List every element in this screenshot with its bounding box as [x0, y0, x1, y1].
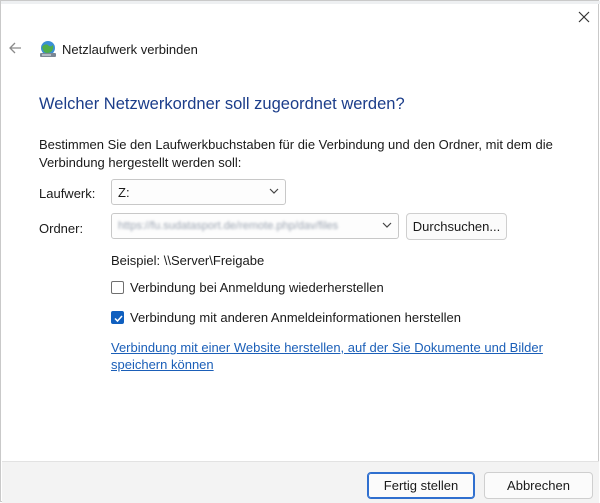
reconnect-checkbox-label: Verbindung bei Anmeldung wiederherstelle…: [130, 280, 384, 295]
back-button[interactable]: [5, 37, 27, 59]
drive-letter-value: Z:: [118, 185, 130, 200]
network-drive-icon: [38, 39, 58, 59]
drive-letter-select[interactable]: Z:: [111, 179, 286, 205]
drive-label: Laufwerk:: [39, 186, 96, 201]
finish-button[interactable]: Fertig stellen: [367, 472, 475, 499]
folder-value: https://fu.sudatasport.de/remote.php/dav…: [118, 220, 339, 232]
title-bar-strip: [1, 1, 600, 4]
chevron-down-icon: [382, 222, 392, 228]
folder-combobox[interactable]: https://fu.sudatasport.de/remote.php/dav…: [111, 213, 399, 239]
close-button[interactable]: [567, 5, 600, 33]
example-text: Beispiel: \\Server\Freigabe: [111, 253, 265, 268]
cancel-button[interactable]: Abbrechen: [484, 472, 593, 499]
dialog-footer: Fertig stellen Abbrechen: [2, 461, 599, 503]
description-text: Bestimmen Sie den Laufwerkbuchstaben für…: [39, 137, 553, 170]
wizard-title: Netzlaufwerk verbinden: [62, 42, 198, 57]
map-network-drive-dialog: Netzlaufwerk verbinden Welcher Netzwerko…: [0, 0, 600, 503]
reconnect-checkbox[interactable]: [111, 281, 124, 294]
folder-label: Ordner:: [39, 221, 84, 236]
page-heading: Welcher Netzwerkordner soll zugeordnet w…: [39, 95, 405, 113]
close-icon: [578, 11, 590, 23]
checkmark-icon: [114, 315, 123, 323]
different-credentials-checkbox-label: Verbindung mit anderen Anmeldeinformatio…: [130, 310, 461, 325]
browse-button[interactable]: Durchsuchen...: [406, 213, 507, 240]
different-credentials-checkbox[interactable]: [111, 311, 124, 324]
website-connection-link[interactable]: Verbindung mit einer Website herstellen,…: [111, 339, 561, 373]
back-arrow-icon: [9, 42, 21, 54]
chevron-down-icon: [269, 188, 279, 194]
